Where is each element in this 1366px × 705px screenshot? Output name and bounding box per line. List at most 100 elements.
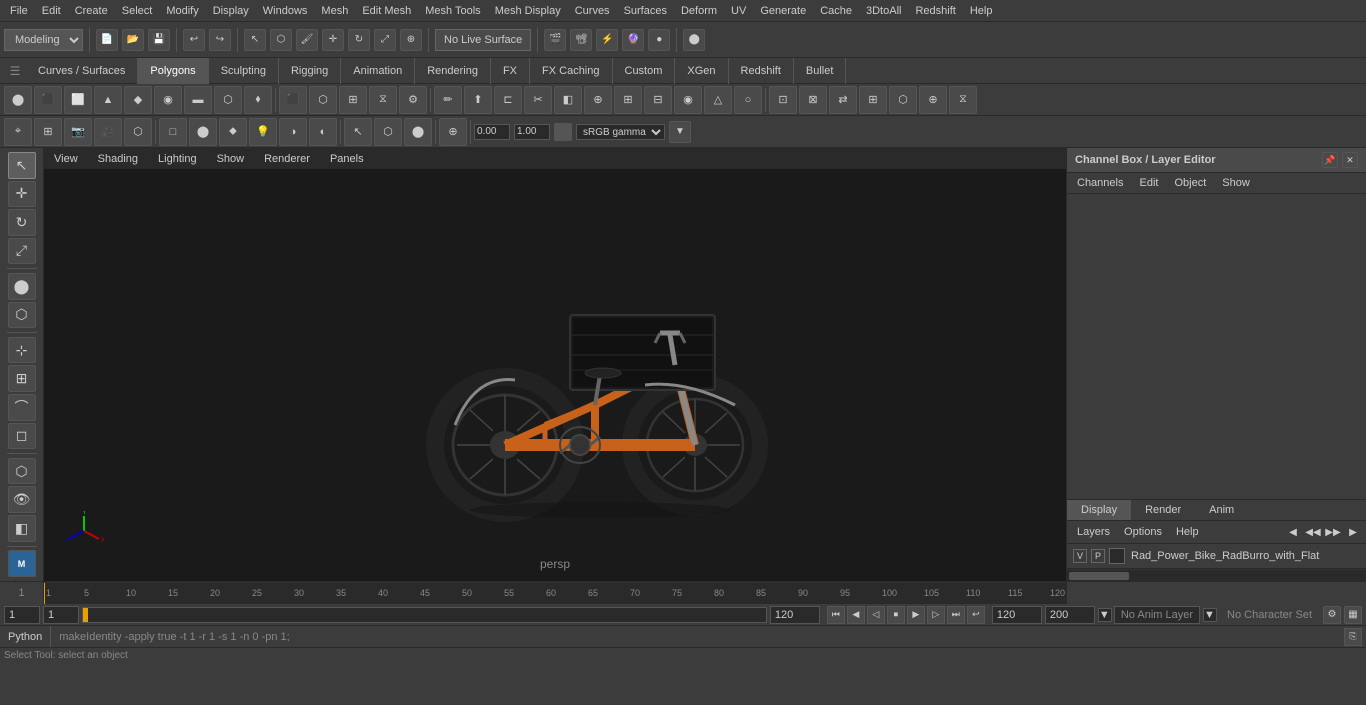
shelf-smooth-icon[interactable]: ◉ bbox=[674, 86, 702, 114]
timeline-ruler[interactable]: 1 5 10 15 20 25 30 35 40 45 50 55 60 65 … bbox=[44, 582, 1066, 604]
shelf-cube-icon[interactable]: ⬛ bbox=[34, 86, 62, 114]
snap-curve-icon[interactable]: ⌒ bbox=[8, 394, 36, 421]
cb-tab-object[interactable]: Object bbox=[1168, 175, 1212, 191]
viewport-lighting-menu[interactable]: Lighting bbox=[152, 151, 203, 167]
shelf-boolean-icon[interactable]: ⊕ bbox=[584, 86, 612, 114]
cb-tab-show[interactable]: Show bbox=[1216, 175, 1256, 191]
workflow-selector[interactable]: Modeling bbox=[4, 29, 83, 51]
anim-settings-icon[interactable]: ⚙ bbox=[1323, 606, 1341, 624]
menu-select[interactable]: Select bbox=[116, 3, 159, 19]
shelf-smooth2-icon[interactable]: ○ bbox=[734, 86, 762, 114]
shading-wireframe-icon[interactable]: □ bbox=[159, 118, 187, 146]
move-tool-button[interactable]: ✛ bbox=[8, 181, 36, 208]
shelf-xfer-icon[interactable]: ⊞ bbox=[859, 86, 887, 114]
anim-end-field[interactable] bbox=[1045, 606, 1095, 624]
cb-tab-edit[interactable]: Edit bbox=[1133, 175, 1164, 191]
tab-left-arrow[interactable]: ☰ bbox=[4, 60, 26, 82]
shelf-cone-icon[interactable]: ▲ bbox=[94, 86, 122, 114]
shelf-bridge-icon[interactable]: ⊏ bbox=[494, 86, 522, 114]
layers-new-layer-icon[interactable]: ◀ bbox=[1284, 523, 1302, 541]
layers-menu[interactable]: Layers bbox=[1071, 524, 1116, 540]
rs-icon[interactable]: ● bbox=[648, 29, 670, 51]
tab-redshift[interactable]: Redshift bbox=[729, 58, 794, 84]
viewport-view-menu[interactable]: View bbox=[48, 151, 84, 167]
snap-grid-icon[interactable]: ⊞ bbox=[8, 365, 36, 392]
menu-mesh[interactable]: Mesh bbox=[315, 3, 354, 19]
menu-mesh-tools[interactable]: Mesh Tools bbox=[419, 3, 486, 19]
menu-deform[interactable]: Deform bbox=[675, 3, 723, 19]
universal-manip-icon[interactable]: ⊕ bbox=[400, 29, 422, 51]
range-start-field[interactable] bbox=[770, 606, 820, 624]
shading-texture-icon[interactable]: ⬥ bbox=[219, 118, 247, 146]
live-surface-button[interactable]: No Live Surface bbox=[435, 29, 531, 51]
current-frame-field[interactable] bbox=[4, 606, 40, 624]
shelf-mirror-icon[interactable]: ⬡ bbox=[889, 86, 917, 114]
menu-create[interactable]: Create bbox=[69, 3, 114, 19]
color-space-selector[interactable]: sRGB gamma bbox=[576, 124, 665, 140]
layer-playback-toggle[interactable]: P bbox=[1091, 549, 1105, 563]
view-cam-icon[interactable]: 📷 bbox=[64, 118, 92, 146]
snap-point-icon[interactable]: ⊹ bbox=[8, 337, 36, 364]
layer-visibility-toggle[interactable]: V bbox=[1073, 549, 1087, 563]
anim-step-fwd-button[interactable]: ▷ bbox=[927, 606, 945, 624]
misc-icon1[interactable]: ⬤ bbox=[683, 29, 705, 51]
select-type-icon[interactable]: ↖ bbox=[344, 118, 372, 146]
shelf-history-icon[interactable]: ⧖ bbox=[949, 86, 977, 114]
shelf-pen-icon[interactable]: ✏ bbox=[434, 86, 462, 114]
shelf-plane-icon[interactable]: ▬ bbox=[184, 86, 212, 114]
tab-anim[interactable]: Anim bbox=[1195, 500, 1248, 520]
range-end-field[interactable] bbox=[992, 606, 1042, 624]
anim-stop-button[interactable]: ⏹ bbox=[887, 606, 905, 624]
scale-tool-icon[interactable]: ⤢ bbox=[374, 29, 396, 51]
anim-script-icon[interactable]: ▦ bbox=[1344, 606, 1362, 624]
paint-tool-icon[interactable]: 🖌 bbox=[296, 29, 318, 51]
display-icon[interactable]: ◧ bbox=[8, 515, 36, 542]
anim-layer-arrow[interactable]: ▼ bbox=[1098, 608, 1112, 622]
viewport[interactable]: View Shading Lighting Show Renderer Pane… bbox=[44, 148, 1066, 581]
shelf-cleanup-icon[interactable]: ⊕ bbox=[919, 86, 947, 114]
shelf-torus-icon[interactable]: ◉ bbox=[154, 86, 182, 114]
select-lasso-icon[interactable]: ⬡ bbox=[374, 118, 402, 146]
gamma-color-swatch[interactable] bbox=[554, 123, 572, 141]
anim-fwd-end-button[interactable]: ⏭ bbox=[947, 606, 965, 624]
shelf-cube2-icon[interactable]: ⬜ bbox=[64, 86, 92, 114]
manip-world-icon[interactable]: ⊕ bbox=[439, 118, 467, 146]
menu-curves[interactable]: Curves bbox=[569, 3, 616, 19]
menu-windows[interactable]: Windows bbox=[257, 3, 314, 19]
shelf-sphere-icon[interactable]: ⬤ bbox=[4, 86, 32, 114]
layers-scrollbar[interactable] bbox=[1067, 569, 1366, 581]
symmetry-icon[interactable]: ⬡ bbox=[8, 302, 36, 329]
shelf-separate-icon[interactable]: ⊟ bbox=[644, 86, 672, 114]
cb-tab-channels[interactable]: Channels bbox=[1071, 175, 1129, 191]
gamma-value-field[interactable] bbox=[474, 124, 510, 140]
channel-box-pin-icon[interactable]: 📌 bbox=[1322, 152, 1338, 168]
tab-rendering[interactable]: Rendering bbox=[415, 58, 491, 84]
menu-display[interactable]: Display bbox=[207, 3, 255, 19]
layers-prev-icon[interactable]: ◀◀ bbox=[1304, 523, 1322, 541]
channel-box-close-icon[interactable]: ✕ bbox=[1342, 152, 1358, 168]
menu-file[interactable]: File bbox=[4, 3, 34, 19]
select-paint-icon[interactable]: ⬤ bbox=[404, 118, 432, 146]
shelf-cut-icon[interactable]: ✂ bbox=[524, 86, 552, 114]
shelf-diamond-icon[interactable]: ◆ bbox=[124, 86, 152, 114]
shelf-helix-icon[interactable]: ⧖ bbox=[369, 86, 397, 114]
redo-icon[interactable]: ↪ bbox=[209, 29, 231, 51]
shelf-disk-icon[interactable]: ⬡ bbox=[214, 86, 242, 114]
viewport-show-menu[interactable]: Show bbox=[211, 151, 251, 167]
anim-step-back-button[interactable]: ◀ bbox=[847, 606, 865, 624]
save-scene-icon[interactable]: 💾 bbox=[148, 29, 170, 51]
shading-xray2-icon[interactable]: ◐ bbox=[309, 118, 337, 146]
layers-help-menu[interactable]: Help bbox=[1170, 524, 1205, 540]
viewport-shading-menu[interactable]: Shading bbox=[92, 151, 144, 167]
tab-curves-surfaces[interactable]: Curves / Surfaces bbox=[26, 58, 138, 84]
tab-render[interactable]: Render bbox=[1131, 500, 1195, 520]
hypershade-icon[interactable]: 🔮 bbox=[622, 29, 644, 51]
viewport-renderer-menu[interactable]: Renderer bbox=[258, 151, 316, 167]
shelf-uv2-icon[interactable]: ⊠ bbox=[799, 86, 827, 114]
frame-field-2[interactable] bbox=[43, 606, 79, 624]
menu-help[interactable]: Help bbox=[964, 3, 999, 19]
shading-xray-icon[interactable]: ◑ bbox=[279, 118, 307, 146]
render-region-icon[interactable]: ⬡ bbox=[8, 458, 36, 485]
tab-rigging[interactable]: Rigging bbox=[279, 58, 341, 84]
undo-icon[interactable]: ↩ bbox=[183, 29, 205, 51]
